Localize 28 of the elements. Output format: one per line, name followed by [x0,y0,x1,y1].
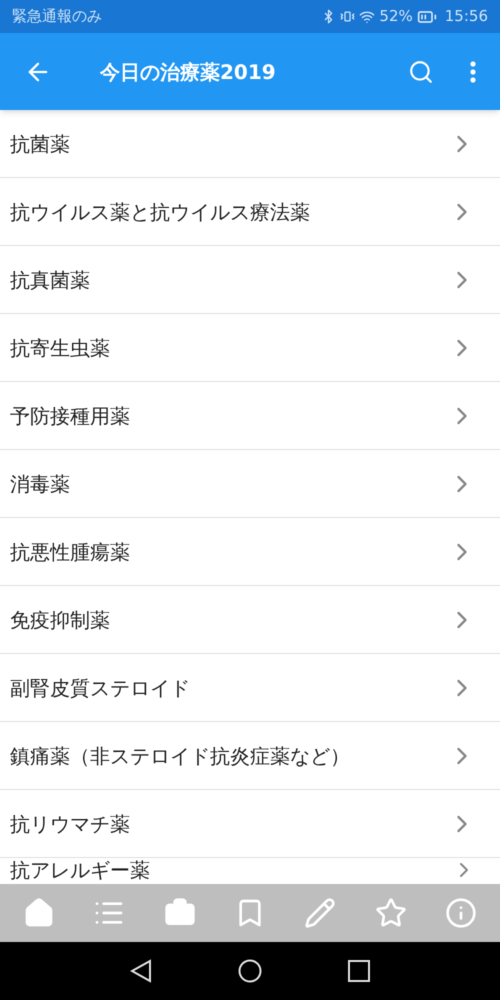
list-item[interactable]: 抗寄生虫薬 [0,314,500,382]
app-title: 今日の治療薬2019 [100,58,276,86]
search-button[interactable] [408,58,434,84]
more-button[interactable] [470,60,476,82]
home-circle-icon[interactable] [238,959,262,983]
list-item[interactable]: 抗ウイルス薬と抗ウイルス療法薬 [0,178,500,246]
list-item[interactable]: 抗アレルギー薬 [0,858,500,883]
carrier-text: 緊急通報のみ [12,6,102,28]
list-item[interactable]: 抗悪性腫瘍薬 [0,518,500,586]
home-icon[interactable] [23,897,56,929]
recents-icon[interactable] [348,960,370,982]
list-item[interactable]: 抗リウマチ薬 [0,790,500,858]
more-icon [470,60,476,82]
star-icon[interactable] [374,897,407,929]
battery-percent: 52% [379,6,413,28]
list-item[interactable]: 鎮痛薬（非ステロイド抗炎症薬など） [0,722,500,790]
list-item[interactable]: 副腎皮質ステロイド [0,654,500,722]
info-icon[interactable] [444,897,477,929]
list-item[interactable]: 消毒薬 [0,450,500,518]
list-item[interactable]: 免疫抑制薬 [0,586,500,654]
vibrate-icon [340,9,356,24]
list-item[interactable]: 予防接種用薬 [0,382,500,450]
list-item[interactable]: 抗菌薬 [0,110,500,178]
back-icon[interactable] [130,959,152,983]
pencil-icon[interactable] [304,897,336,929]
wifi-icon [359,8,376,24]
clock: 15:56 [444,6,488,28]
list-item[interactable]: 抗真菌薬 [0,246,500,314]
